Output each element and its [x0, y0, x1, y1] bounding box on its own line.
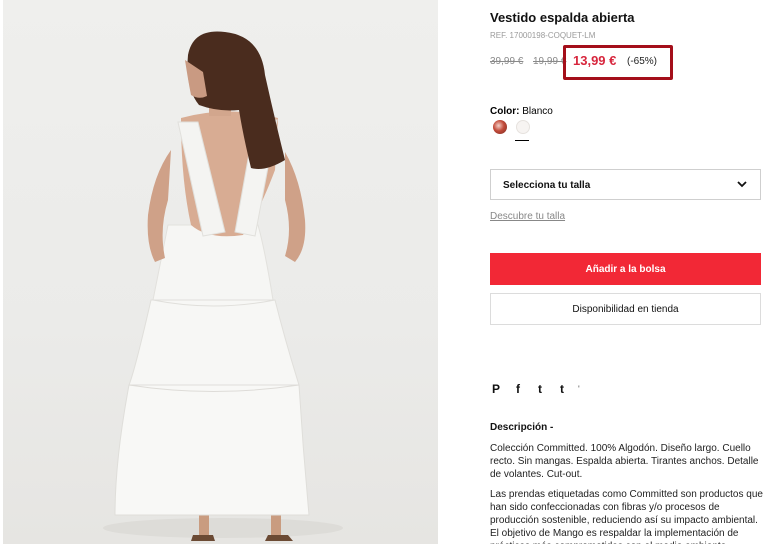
product-title: Vestido espalda abierta — [490, 10, 635, 25]
twitter-icon[interactable]: t — [534, 382, 546, 396]
color-label-key: Color: — [490, 106, 520, 117]
size-select[interactable]: Selecciona tu talla — [490, 169, 761, 200]
chevron-down-icon — [737, 181, 747, 188]
size-select-label: Selecciona tu talla — [503, 180, 591, 191]
discount-badge: (-65%) — [627, 56, 658, 67]
more-share-icon[interactable]: ' — [578, 384, 582, 394]
selected-swatch-indicator — [515, 140, 529, 141]
color-label: Color: Blanco — [490, 106, 553, 117]
model-illustration — [103, 31, 343, 541]
add-to-bag-button[interactable]: Añadir a la bolsa — [490, 253, 761, 285]
color-swatch-white[interactable] — [516, 120, 530, 134]
facebook-icon[interactable]: f — [512, 382, 524, 396]
pinterest-icon[interactable]: P — [490, 382, 502, 396]
product-reference: REF. 17000198-COQUET-LM — [490, 31, 596, 40]
share-icons: P f t t ' — [490, 382, 582, 396]
previous-price: 19,99 € — [533, 56, 567, 67]
size-guide-link[interactable]: Descubre tu talla — [490, 211, 565, 222]
sale-price: 13,99 € — [573, 53, 617, 68]
description-paragraph: Las prendas etiquetadas como Committed s… — [490, 489, 763, 544]
tumblr-icon[interactable]: t — [556, 382, 568, 396]
color-value: Blanco — [522, 106, 553, 117]
color-swatch-print[interactable] — [493, 120, 507, 134]
store-availability-button[interactable]: Disponibilidad en tienda — [490, 293, 761, 325]
original-price: 39,99 € — [490, 56, 524, 67]
product-image[interactable] — [3, 0, 438, 544]
description-title[interactable]: Descripción - — [490, 422, 553, 433]
description-paragraph: Colección Committed. 100% Algodón. Diseñ… — [490, 443, 759, 480]
